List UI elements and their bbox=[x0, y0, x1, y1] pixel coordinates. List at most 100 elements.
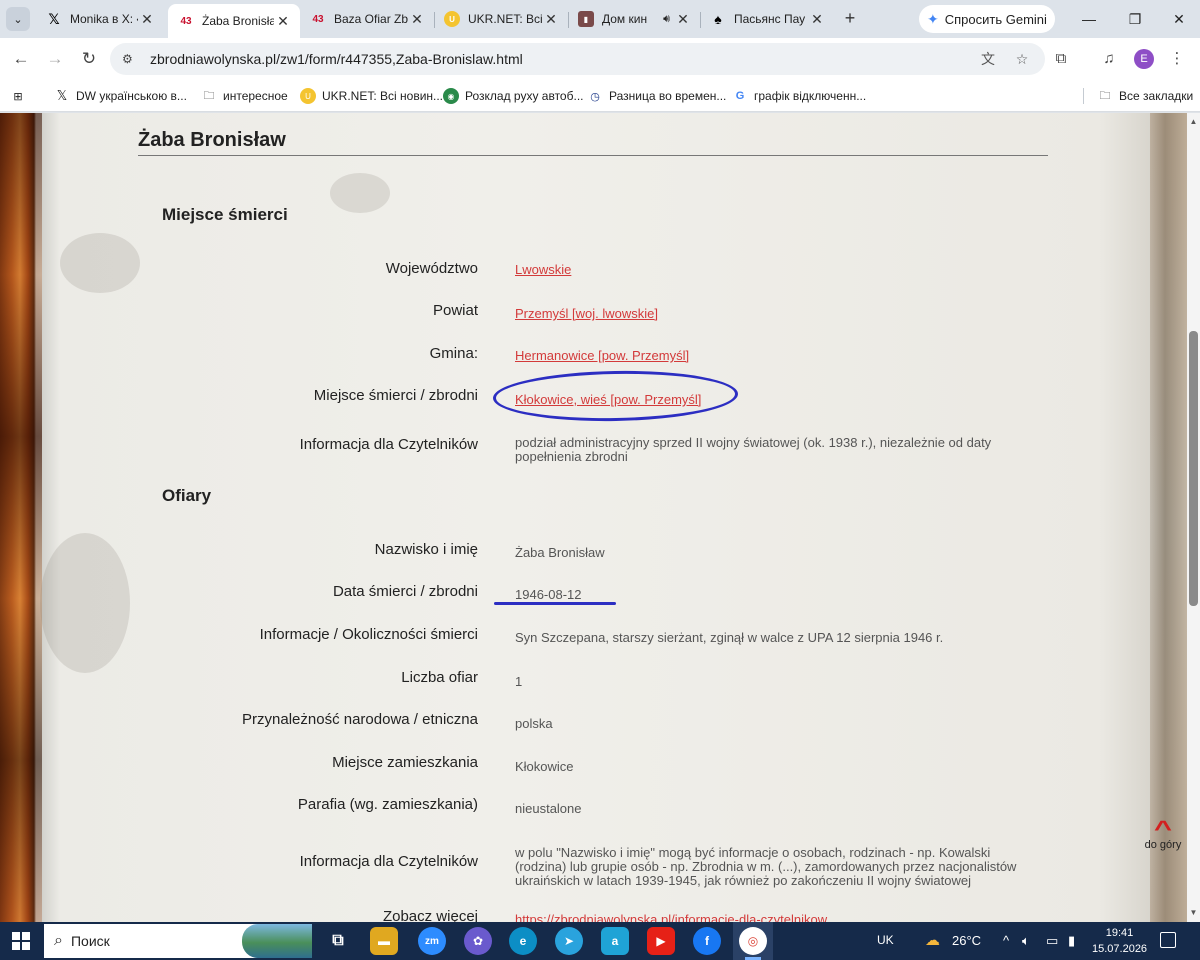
tab-search-button[interactable]: ⌄ bbox=[6, 7, 30, 31]
bookmark-item[interactable]: U UKR.NET: Всі новин... bbox=[300, 86, 443, 106]
tab-0[interactable]: 𝕏 Monika в X: « ✕ bbox=[36, 4, 164, 34]
minimize-button[interactable]: — bbox=[1078, 8, 1100, 30]
weather-icon[interactable]: ☁ bbox=[925, 931, 940, 949]
apps-grid-icon[interactable]: ⊞ bbox=[10, 86, 32, 106]
tab-2[interactable]: 43 Baza Ofiar Zb ✕ bbox=[300, 4, 434, 34]
bookmarks-separator bbox=[1083, 88, 1084, 104]
chevron-up-icon[interactable]: ^ bbox=[1003, 933, 1009, 948]
chrome-icon[interactable]: ◎ bbox=[739, 927, 767, 955]
url-text[interactable]: zbrodniawolynska.pl/zw1/form/r447355,Zab… bbox=[150, 51, 977, 67]
taskbar-search[interactable]: ⌕ Поиск bbox=[44, 924, 312, 958]
bookmark-star-icon[interactable]: ☆ bbox=[1011, 51, 1033, 68]
page-scrollbar[interactable]: ▲ ▼ bbox=[1187, 113, 1200, 922]
all-bookmarks-button[interactable]: 🗀 Все закладки bbox=[1097, 86, 1194, 106]
facebook-icon[interactable]: f bbox=[693, 927, 721, 955]
voivodeship-link[interactable]: Lwowskie bbox=[515, 263, 1015, 277]
network-icon[interactable]: ▭ bbox=[1046, 933, 1058, 949]
temperature[interactable]: 26°C bbox=[952, 933, 981, 948]
bookmark-item[interactable]: G графік відключенн... bbox=[732, 86, 866, 106]
close-tab-icon[interactable]: ✕ bbox=[138, 11, 156, 28]
tab-strip: ⌄ 𝕏 Monika в X: « ✕ 43 Żaba Bronisła ✕ 4… bbox=[0, 0, 1200, 38]
notifications-icon[interactable] bbox=[1160, 932, 1176, 948]
battery-icon[interactable]: ▮ bbox=[1068, 933, 1075, 949]
folder-icon: 🗀 bbox=[203, 89, 215, 102]
close-tab-icon[interactable]: ✕ bbox=[674, 11, 692, 28]
extensions-icon[interactable]: ⧉ bbox=[1050, 48, 1072, 70]
file-explorer-icon[interactable]: ▬ bbox=[370, 927, 398, 955]
field-value: polska bbox=[515, 716, 553, 731]
scrollbar-thumb[interactable] bbox=[1189, 331, 1198, 606]
search-icon: ⌕ bbox=[54, 932, 63, 949]
title-divider bbox=[138, 155, 1048, 156]
zoom-icon[interactable]: zm bbox=[418, 927, 446, 955]
field-label: Miejsce zamieszkania bbox=[332, 754, 478, 771]
windows-taskbar: ⌕ Поиск ⧉ ▬ zm ✿ e ➤ a ▶ f ◎ UK ☁ 26°C ^… bbox=[0, 922, 1200, 960]
bookmark-item[interactable]: ◉ Розклад руху автоб... bbox=[443, 86, 583, 106]
close-tab-icon[interactable]: ✕ bbox=[808, 11, 826, 28]
scroll-down-arrow-icon[interactable]: ▼ bbox=[1189, 908, 1198, 918]
ask-gemini-button[interactable]: ✦ Спросить Gemini bbox=[919, 5, 1055, 33]
reload-button[interactable]: ↻ bbox=[78, 48, 100, 70]
bookmark-folder[interactable]: 🗀 интересное bbox=[201, 86, 288, 106]
field-label: Miejsce śmierci / zbrodni bbox=[313, 387, 478, 404]
system-clock[interactable]: 19:41 15.07.2026 bbox=[1092, 925, 1147, 957]
bookmark-item[interactable]: ◷ Разница во времен... bbox=[587, 86, 726, 106]
avatar[interactable]: E bbox=[1134, 49, 1154, 69]
task-view-icon[interactable]: ⧉ bbox=[324, 927, 352, 955]
new-tab-button[interactable]: + bbox=[840, 8, 860, 28]
scroll-up-arrow-icon[interactable]: ▲ bbox=[1189, 117, 1198, 127]
close-window-button[interactable]: ✕ bbox=[1168, 8, 1190, 30]
county-link[interactable]: Przemyśl [woj. lwowskie] bbox=[515, 307, 1015, 321]
field-label: Parafia (wg. zamieszkania) bbox=[297, 796, 478, 813]
app-store-icon[interactable]: a bbox=[601, 927, 629, 955]
edge-icon[interactable]: e bbox=[509, 927, 537, 955]
field-value: podział administracyjny sprzed II wojny … bbox=[515, 435, 992, 464]
maximize-button[interactable]: ❐ bbox=[1124, 8, 1146, 30]
tab-3[interactable]: U UKR.NET: Всі ✕ bbox=[434, 4, 568, 34]
youtube-icon[interactable]: ▶ bbox=[647, 927, 675, 955]
chevron-up-icon: ^ bbox=[1153, 816, 1172, 841]
tab-4[interactable]: ▮ Дом кин 🔊︎ ✕ bbox=[568, 4, 700, 34]
pen-underline-annotation bbox=[494, 602, 616, 605]
field-label: Informacje / Okoliczności śmierci bbox=[259, 626, 478, 643]
field-label: Województwo bbox=[385, 260, 478, 277]
chevron-down-icon: ⌄ bbox=[13, 13, 23, 26]
app-icon[interactable]: ✿ bbox=[464, 927, 492, 955]
page-viewport[interactable]: Żaba Bronisław Miejsce śmierci Województ… bbox=[0, 113, 1187, 922]
telegram-icon[interactable]: ➤ bbox=[555, 927, 583, 955]
back-button[interactable]: ← bbox=[10, 48, 32, 70]
bookmark-item[interactable]: 𝕏 DW українською в... bbox=[54, 86, 187, 106]
field-label: Powiat bbox=[432, 302, 478, 319]
close-tab-icon[interactable]: ✕ bbox=[542, 11, 560, 28]
media-control-icon[interactable]: ♫ bbox=[1098, 48, 1120, 70]
field-value: Syn Szczepana, starszy sierżant, zginął … bbox=[515, 630, 944, 645]
translate-icon[interactable]: 文 bbox=[977, 49, 999, 69]
paper-stain bbox=[40, 533, 130, 673]
field-label: Gmina: bbox=[429, 345, 478, 362]
address-bar[interactable]: ⚙ zbrodniawolynska.pl/zw1/form/r447355,Z… bbox=[110, 43, 1045, 75]
field-value: Kłokowice bbox=[515, 759, 574, 774]
field-value: 1 bbox=[515, 674, 523, 689]
language-indicator[interactable]: UK bbox=[877, 933, 894, 947]
speaker-icon[interactable]: 🔈︎ bbox=[1022, 933, 1030, 949]
section-heading-victims: Ofiary bbox=[162, 486, 212, 505]
see-more-link[interactable]: https://zbrodniawolynska.pl/informacje-d… bbox=[515, 913, 1015, 923]
back-to-top-button[interactable]: ^ do góry bbox=[1143, 818, 1183, 852]
speaker-icon[interactable]: 🔊︎ bbox=[663, 13, 670, 26]
tab-5[interactable]: ♠ Пасьянс Пау ✕ bbox=[700, 4, 834, 34]
windows-start-icon[interactable] bbox=[12, 932, 30, 950]
paper-edge-decoration bbox=[1150, 113, 1187, 922]
forward-button[interactable]: → bbox=[44, 48, 66, 70]
more-menu-icon[interactable]: ⋮ bbox=[1166, 48, 1188, 70]
pen-circle-annotation bbox=[492, 368, 739, 424]
commune-link[interactable]: Hermanowice [pow. Przemyśl] bbox=[515, 349, 1015, 363]
grid-icon: ⊞ bbox=[13, 90, 23, 103]
ukrnet-icon: U bbox=[444, 11, 460, 27]
close-tab-icon[interactable]: ✕ bbox=[274, 13, 292, 30]
site-logo-icon: 43 bbox=[180, 15, 192, 27]
tab-1[interactable]: 43 Żaba Bronisła ✕ bbox=[168, 4, 300, 38]
field-label: Data śmierci / zbrodni bbox=[332, 583, 478, 600]
film-icon: ▮ bbox=[578, 11, 594, 27]
site-info-icon[interactable]: ⚙ bbox=[122, 52, 140, 66]
close-tab-icon[interactable]: ✕ bbox=[408, 11, 426, 28]
